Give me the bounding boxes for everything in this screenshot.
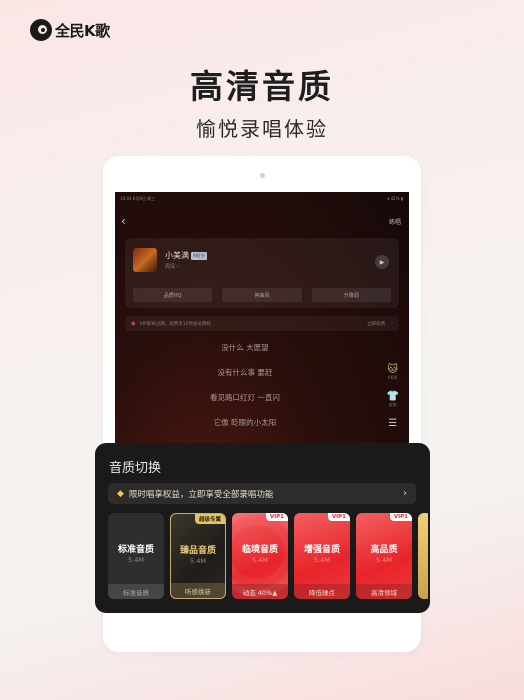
album-cover[interactable]	[133, 248, 157, 272]
quality-desc: 动态 40%▲	[232, 584, 288, 599]
side-tools: 🐱 KK周 👕 皮肤 ☰	[387, 364, 399, 429]
lyric-line: 没有什么事 要赶	[217, 368, 273, 377]
screen-nav: ‹ 练唱	[121, 214, 401, 228]
menu-icon: ☰	[388, 418, 398, 429]
option-change-style[interactable]: 换曲风	[222, 288, 302, 302]
sheet-title: 音质切换	[109, 461, 162, 476]
quality-name: 临境音质	[241, 545, 278, 555]
chevron-right-icon: ›	[403, 488, 407, 499]
quality-size: 5.4M	[376, 556, 392, 564]
quality-name: 增强音质	[303, 545, 340, 555]
lyric-line: 没什么 大愿望	[221, 343, 269, 352]
status-bar: 10:04 6月9日 周三 ▾ 42% ▮	[120, 196, 403, 202]
promo-banner[interactable]: ◆ 限时唱享权益，立即享受全部录唱功能 ›	[108, 483, 416, 504]
quality-size: 5.4M	[252, 556, 268, 564]
vip-gem-icon: ◆	[131, 320, 136, 327]
quality-name: 标准音质	[117, 545, 154, 555]
camera-dot	[260, 173, 265, 178]
quality-option-partial[interactable]	[418, 513, 428, 599]
side-tool-label: KK周	[388, 375, 398, 380]
quality-size: 5.4M	[190, 557, 206, 565]
status-time: 10:04 6月9日 周三	[120, 196, 156, 201]
quality-options: 标准音质 5.4M 标准音质 超级专属 臻品音质 5.4M 听感焕新 VIP1 …	[108, 513, 428, 599]
practice-button[interactable]: 练唱	[389, 217, 401, 226]
song-title-row: 小美满 AI打分	[165, 250, 207, 261]
quality-option-enhanced[interactable]: VIP1 增强音质 5.4M 降低噪点	[294, 513, 350, 599]
quality-badge: VIP1	[327, 513, 350, 521]
status-battery: ▾ 42% ▮	[387, 196, 403, 201]
hero-title: 高清音质	[190, 67, 334, 106]
song-title: 小美满	[165, 251, 189, 260]
lyric-line: 它像 眨眼的小太阳	[213, 418, 277, 427]
side-tool-avatar[interactable]: 🐱 KK周	[388, 364, 398, 381]
lyric-line: 看见路口红灯 一直闪	[210, 393, 280, 402]
cat-avatar-icon: 🐱	[387, 364, 398, 375]
shirt-icon: 👕	[386, 391, 399, 402]
brand-name: 全民K歌	[55, 21, 110, 40]
hero-subtitle: 愉悦录唱体验	[196, 117, 328, 141]
chevron-left-icon[interactable]: ‹	[121, 214, 126, 228]
song-tag: AI打分	[191, 251, 207, 260]
option-quality-hq[interactable]: 品质HQ	[133, 288, 213, 302]
quality-size: 5.4M	[128, 556, 144, 564]
play-icon[interactable]: ▶	[375, 255, 389, 269]
song-options: 品质HQ 换曲风 升降调	[133, 288, 391, 302]
quanmin-k-ge-logo-icon	[30, 19, 52, 41]
quality-option-standard[interactable]: 标准音质 5.4M 标准音质	[108, 513, 164, 599]
quality-badge: VIP1	[265, 513, 288, 521]
vip-notice[interactable]: ◆ VIP即将过期，续费享10项会员特权 立即续费 ›	[125, 316, 399, 331]
vip-notice-text: VIP即将过期，续费享10项会员特权	[139, 321, 211, 327]
quality-badge: VIP1	[389, 513, 412, 521]
chevron-right-icon: ›	[391, 321, 393, 326]
quality-desc: 高清领域	[356, 584, 412, 599]
quality-desc: 标准音质	[108, 584, 164, 599]
quality-name: 臻品音质	[179, 546, 216, 556]
quality-badge: 超级专属	[194, 514, 225, 524]
song-card: 小美满 AI打分 周深 › ▶ 品质HQ 换曲风 升降调	[125, 238, 399, 308]
quality-name: 高品质	[370, 545, 398, 555]
quality-option-immersive[interactable]: VIP1 临境音质 5.4M 动态 40%▲	[232, 513, 288, 599]
side-tool-label: 皮肤	[388, 402, 397, 407]
artist-link[interactable]: 周深 ›	[165, 263, 179, 270]
side-tool-skin[interactable]: 👕 皮肤	[387, 391, 399, 408]
quality-option-premium[interactable]: 超级专属 臻品音质 5.4M 听感焕新	[170, 513, 226, 599]
quality-desc: 降低噪点	[294, 584, 350, 599]
quality-size: 5.4M	[314, 556, 330, 564]
quality-option-high[interactable]: VIP1 高品质 5.4M 高清领域	[356, 513, 412, 599]
promo-text: 限时唱享权益，立即享受全部录唱功能	[128, 489, 274, 500]
option-key-shift[interactable]: 升降调	[311, 288, 391, 302]
diamond-icon: ◆	[117, 488, 124, 499]
vip-renew-button[interactable]: 立即续费	[367, 321, 385, 327]
quality-switch-sheet: 音质切换 ◆ 限时唱享权益，立即享受全部录唱功能 › 标准音质 5.4M 标准音…	[95, 443, 430, 613]
quality-desc: 听感焕新	[171, 583, 225, 598]
brand-logo: 全民K歌	[30, 19, 110, 41]
lyrics-panel: 没什么 大愿望 没有什么事 要赶 看见路口红灯 一直闪 它像 眨眼的小太阳	[115, 342, 345, 442]
side-tool-menu[interactable]: ☰	[388, 418, 397, 429]
